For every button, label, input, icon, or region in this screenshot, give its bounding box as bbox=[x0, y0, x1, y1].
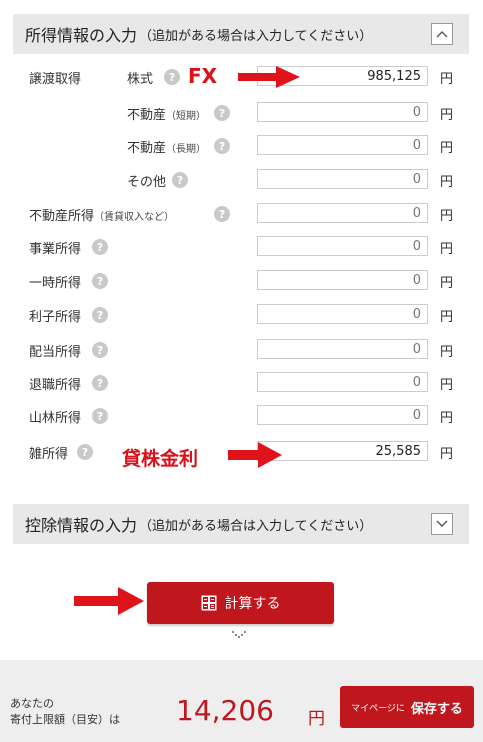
interest-income-input[interactable] bbox=[257, 304, 428, 324]
income-section-subtitle: （追加がある場合は入力してください） bbox=[139, 28, 373, 44]
calculate-button[interactable]: 計算する bbox=[147, 582, 334, 624]
income-row-realestate-short: 不動産（短期） ? 円 bbox=[0, 96, 483, 130]
income-row-dividend: 配当所得 ? 円 bbox=[0, 333, 483, 367]
save-button-prefix: マイページに bbox=[351, 703, 405, 714]
row-label: 一時所得 bbox=[29, 276, 82, 291]
donation-limit-caption: あなたの 寄付上限額（目安）は bbox=[10, 697, 120, 726]
income-row-other-transfer: その他 ? 円 bbox=[0, 163, 483, 197]
unit-label: 円 bbox=[440, 411, 454, 426]
calculate-button-label: 計算する bbox=[224, 596, 281, 612]
help-icon[interactable]: ? bbox=[92, 239, 108, 255]
donation-limit-amount: 14,206 bbox=[176, 694, 274, 727]
realestate-long-input[interactable] bbox=[257, 135, 428, 155]
help-icon[interactable]: ? bbox=[92, 273, 108, 289]
help-icon[interactable]: ? bbox=[92, 342, 108, 358]
row-label: 不動産（長期） bbox=[127, 141, 207, 156]
deduction-section-subtitle: （追加がある場合は入力してください） bbox=[139, 518, 373, 534]
annotation-lending-interest: 貸株金利 bbox=[122, 448, 199, 470]
donation-limit-unit: 円 bbox=[308, 709, 325, 729]
row-label: その他 bbox=[127, 175, 167, 190]
help-icon[interactable]: ? bbox=[214, 138, 230, 154]
chevron-down-icon bbox=[436, 520, 448, 527]
unit-label: 円 bbox=[440, 72, 454, 87]
save-button-label: 保存する bbox=[410, 701, 463, 717]
forestry-income-input[interactable] bbox=[257, 405, 428, 425]
save-to-mypage-button[interactable]: マイページに 保存する bbox=[340, 686, 474, 728]
help-icon[interactable]: ? bbox=[164, 69, 180, 85]
deduction-section-toggle[interactable] bbox=[431, 513, 453, 535]
help-icon[interactable]: ? bbox=[77, 444, 93, 460]
other-transfer-input[interactable] bbox=[257, 169, 428, 189]
result-footer: あなたの 寄付上限額（目安）は 14,206 円 マイページに 保存する bbox=[0, 660, 483, 742]
realestate-income-input[interactable] bbox=[257, 203, 428, 223]
row-label: 退職所得 bbox=[29, 378, 82, 393]
unit-label: 円 bbox=[440, 242, 454, 257]
help-icon[interactable]: ? bbox=[214, 206, 230, 222]
unit-label: 円 bbox=[440, 108, 454, 123]
income-row-occasional: 一時所得 ? 円 bbox=[0, 264, 483, 298]
deduction-section-title: 控除情報の入力 bbox=[25, 516, 138, 535]
row-label: 不動産（短期） bbox=[127, 108, 207, 123]
row-label: 配当所得 bbox=[29, 345, 82, 360]
help-icon[interactable]: ? bbox=[92, 375, 108, 391]
transfer-group-label: 譲渡取得 bbox=[29, 72, 82, 87]
row-label: 山林所得 bbox=[29, 411, 82, 426]
help-icon[interactable]: ? bbox=[214, 105, 230, 121]
help-icon[interactable]: ? bbox=[172, 172, 188, 188]
business-income-input[interactable] bbox=[257, 236, 428, 256]
deduction-section-header[interactable]: 控除情報の入力 （追加がある場合は入力してください） bbox=[13, 504, 469, 544]
unit-label: 円 bbox=[440, 276, 454, 291]
unit-label: 円 bbox=[440, 175, 454, 190]
row-label: 不動産所得（賃貸収入など） bbox=[29, 209, 175, 224]
income-row-business: 事業所得 ? 円 bbox=[0, 230, 483, 264]
scroll-down-hint-icon bbox=[232, 631, 246, 638]
calculator-icon bbox=[201, 595, 216, 611]
row-label: 利子所得 bbox=[29, 310, 82, 325]
retirement-income-input[interactable] bbox=[257, 372, 428, 392]
income-section-header: 所得情報の入力 （追加がある場合は入力してください） bbox=[13, 14, 469, 54]
income-row-realestate-income: 不動産所得（賃貸収入など） ? 円 bbox=[0, 197, 483, 231]
annotation-fx: FX bbox=[188, 64, 218, 88]
unit-label: 円 bbox=[440, 209, 454, 224]
unit-label: 円 bbox=[440, 345, 454, 360]
unit-label: 円 bbox=[440, 378, 454, 393]
row-label: 雑所得 bbox=[29, 447, 69, 462]
chevron-up-icon bbox=[436, 31, 448, 38]
income-row-interest: 利子所得 ? 円 bbox=[0, 298, 483, 332]
help-icon[interactable]: ? bbox=[92, 307, 108, 323]
unit-label: 円 bbox=[440, 310, 454, 325]
annotation-arrow-icon bbox=[74, 587, 144, 615]
help-icon[interactable]: ? bbox=[92, 408, 108, 424]
row-label: 事業所得 bbox=[29, 242, 82, 257]
dividend-income-input[interactable] bbox=[257, 339, 428, 359]
income-row-retirement: 退職所得 ? 円 bbox=[0, 366, 483, 400]
row-label: 株式 bbox=[127, 72, 154, 87]
occasional-income-input[interactable] bbox=[257, 270, 428, 290]
annotation-arrow-icon bbox=[228, 442, 282, 468]
annotation-arrow-icon bbox=[238, 66, 300, 88]
realestate-short-input[interactable] bbox=[257, 102, 428, 122]
income-row-realestate-long: 不動産（長期） ? 円 bbox=[0, 129, 483, 163]
income-section-toggle[interactable] bbox=[431, 23, 453, 45]
income-row-forestry: 山林所得 ? 円 bbox=[0, 399, 483, 433]
income-section-title: 所得情報の入力 bbox=[25, 26, 138, 45]
unit-label: 円 bbox=[440, 447, 454, 462]
unit-label: 円 bbox=[440, 141, 454, 156]
